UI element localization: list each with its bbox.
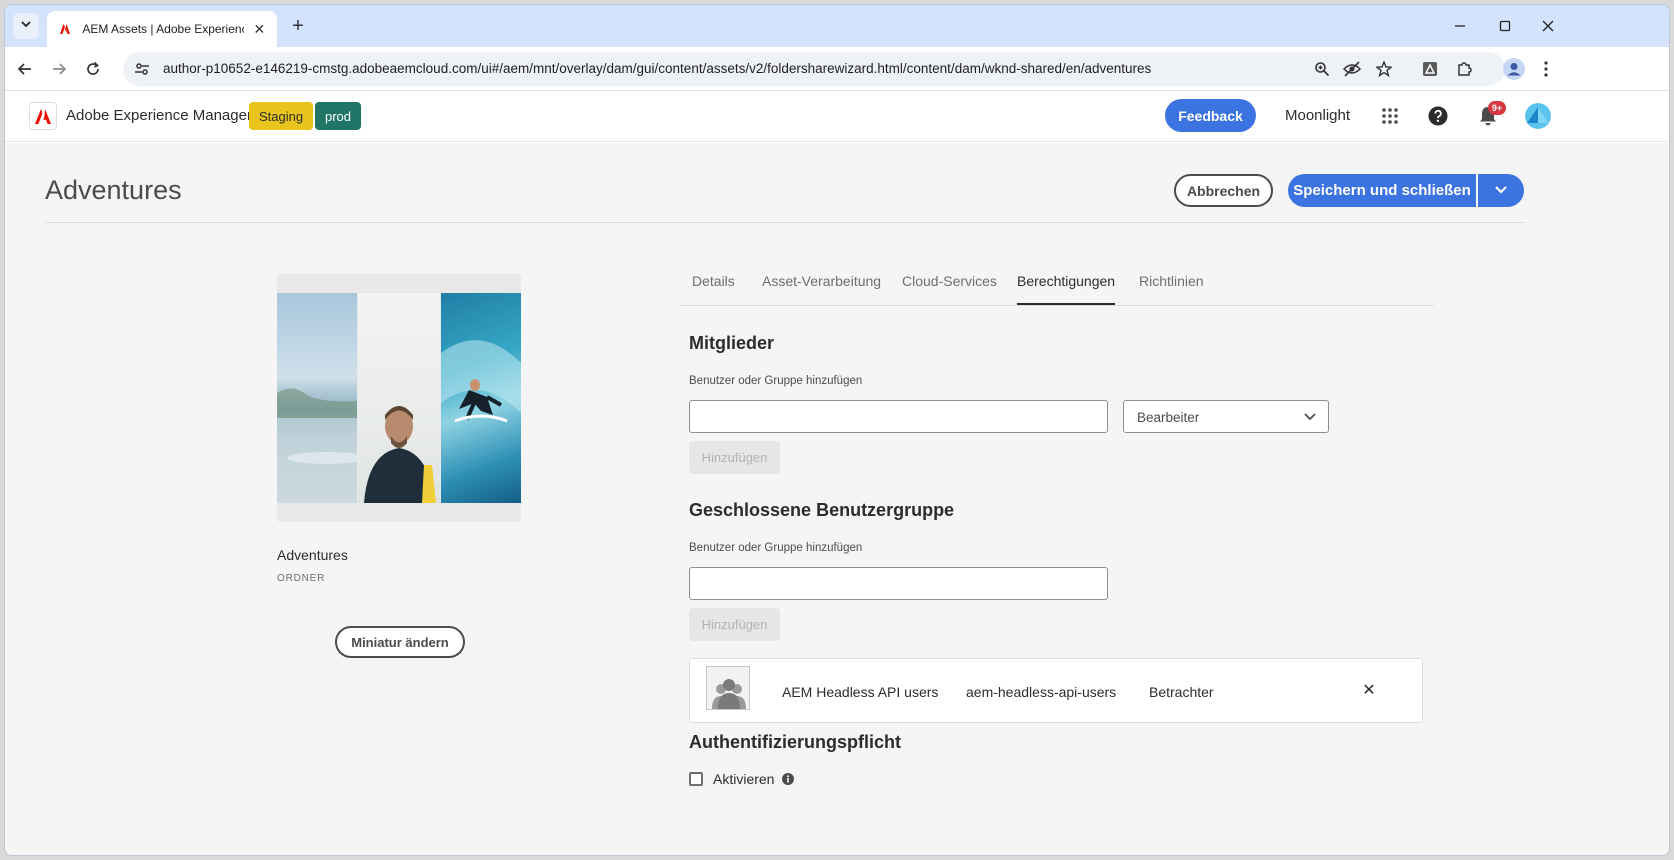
browser-tab-strip: AEM Assets | Adobe Experience Manager ✕ …	[5, 5, 1669, 47]
change-thumbnail-button[interactable]: Miniatur ändern	[335, 626, 465, 658]
aem-shell-header: Adobe Experience Manager Staging prod Fe…	[5, 92, 1669, 142]
beach-photo-panel	[277, 293, 357, 503]
cug-entry-row: AEM Headless API users aem-headless-api-…	[689, 658, 1423, 723]
folder-thumbnail-image	[277, 293, 521, 503]
tab-policies[interactable]: Richtlinien	[1139, 273, 1204, 303]
url-text[interactable]: author-p10652-e146219-cmstg.adobeaemclou…	[163, 61, 1151, 76]
bookmark-star-icon[interactable]	[1375, 60, 1393, 78]
maximize-icon[interactable]	[1494, 15, 1516, 37]
group-avatar-icon	[706, 666, 750, 710]
tab-details[interactable]: Details	[692, 273, 735, 303]
tab-title: AEM Assets | Adobe Experience Manager	[82, 22, 243, 36]
staging-badge: Staging	[249, 102, 314, 130]
portrait-photo-panel	[358, 293, 440, 503]
close-window-icon[interactable]	[1537, 15, 1559, 37]
role-select[interactable]: Bearbeiter	[1123, 400, 1329, 433]
members-heading: Mitglieder	[689, 333, 775, 353]
zoom-icon[interactable]	[1313, 60, 1331, 78]
cug-heading: Geschlossene Benutzergruppe	[689, 500, 955, 520]
browser-toolbar: author-p10652-e146219-cmstg.adobeaemclou…	[5, 47, 1669, 91]
tab-asset-processing[interactable]: Asset-Verarbeitung	[762, 273, 881, 303]
role-selected-value: Bearbeiter	[1137, 410, 1200, 425]
remove-entry-icon[interactable]: ✕	[1360, 681, 1378, 699]
folder-properties-page: Adventures Abbrechen Speichern und schli…	[5, 143, 1669, 855]
cug-entry-id: aem-headless-api-users	[966, 684, 1117, 700]
save-options-button[interactable]	[1478, 174, 1524, 207]
chevron-down-icon	[1494, 182, 1508, 200]
tab-cloud-services[interactable]: Cloud-Services	[902, 273, 997, 303]
adobe-favicon-icon	[57, 21, 72, 37]
eye-off-icon[interactable]	[1343, 60, 1361, 78]
profile-icon[interactable]	[1503, 58, 1525, 80]
title-divider	[45, 222, 1525, 223]
user-avatar[interactable]	[1525, 103, 1551, 129]
back-arrow-icon[interactable]	[13, 57, 37, 81]
properties-tabs: Details Asset-Verarbeitung Cloud-Service…	[680, 265, 1434, 306]
adobe-logo-icon[interactable]	[29, 102, 57, 130]
cug-entry-name: AEM Headless API users	[782, 684, 939, 700]
reload-icon[interactable]	[81, 57, 105, 81]
help-icon[interactable]	[1426, 104, 1450, 128]
close-tab-icon[interactable]: ✕	[252, 21, 267, 38]
prod-badge: prod	[315, 102, 362, 130]
save-and-close-button[interactable]: Speichern und schließen	[1288, 174, 1476, 207]
info-icon[interactable]	[781, 772, 795, 786]
cug-add-button[interactable]: Hinzufügen	[689, 608, 780, 641]
members-add-button[interactable]: Hinzufügen	[689, 441, 780, 474]
minimize-icon[interactable]	[1449, 15, 1471, 37]
org-switcher[interactable]: Moonlight	[1285, 107, 1350, 124]
members-field-label: Benutzer oder Gruppe hinzufügen	[689, 375, 863, 387]
folder-thumbnail-card	[277, 274, 521, 522]
tab-permissions[interactable]: Berechtigungen	[1017, 273, 1116, 305]
folder-name: Adventures	[277, 547, 348, 563]
cancel-button[interactable]: Abbrechen	[1174, 174, 1273, 207]
cug-field-label: Benutzer oder Gruppe hinzufügen	[689, 542, 863, 554]
browser-menu-icon[interactable]	[1535, 58, 1557, 80]
enable-auth-label[interactable]: Aktivieren	[713, 771, 774, 787]
page-title: Adventures	[45, 175, 182, 205]
adobe-extension-icon[interactable]	[1419, 58, 1441, 80]
browser-window: AEM Assets | Adobe Experience Manager ✕ …	[4, 4, 1670, 856]
cug-user-input[interactable]	[689, 567, 1108, 600]
surfer-photo-panel	[441, 293, 521, 503]
site-settings-icon[interactable]	[133, 60, 151, 78]
cug-entry-role: Betrachter	[1149, 684, 1214, 700]
forward-arrow-icon[interactable]	[47, 57, 71, 81]
new-tab-button[interactable]: +	[287, 15, 309, 37]
enable-auth-checkbox[interactable]	[689, 772, 703, 786]
auth-heading: Authentifizierungspflicht	[689, 732, 901, 752]
tab-list-button[interactable]	[13, 13, 39, 39]
folder-type: ORDNER	[277, 573, 326, 584]
notifications-badge: 9+	[1488, 101, 1506, 115]
members-user-input[interactable]	[689, 400, 1108, 433]
feedback-button[interactable]: Feedback	[1165, 99, 1256, 132]
apps-grid-icon[interactable]	[1378, 104, 1402, 128]
browser-tab-active[interactable]: AEM Assets | Adobe Experience Manager ✕	[47, 11, 277, 47]
address-bar[interactable]: author-p10652-e146219-cmstg.adobeaemclou…	[123, 52, 1505, 86]
product-name[interactable]: Adobe Experience Manager	[66, 107, 252, 124]
chevron-down-icon	[1302, 409, 1318, 425]
extensions-puzzle-icon[interactable]	[1453, 58, 1475, 80]
chevron-down-icon	[20, 17, 32, 35]
